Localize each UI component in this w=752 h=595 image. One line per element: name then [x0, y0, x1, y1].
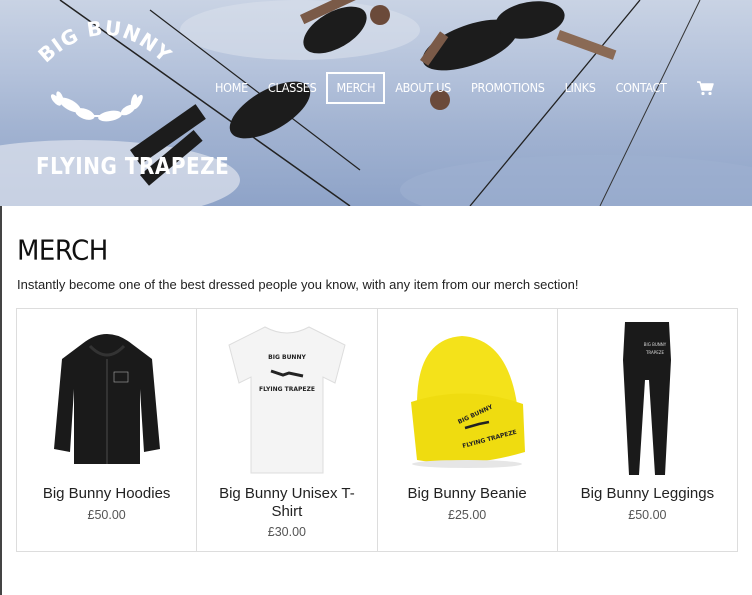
nav-merch[interactable]: MERCH	[326, 72, 386, 104]
product-name[interactable]: Big Bunny Unisex T-Shirt	[207, 485, 366, 521]
product-card-tshirt[interactable]: BIG BUNNY FLYING TRAPEZE Big Bunny Unise…	[197, 309, 378, 551]
hero-banner: BIG BUNNY FLYING TRAPEZE HOME CLASSES ME…	[0, 0, 752, 206]
product-name[interactable]: Big Bunny Hoodies	[27, 485, 186, 503]
product-price: £30.00	[267, 525, 306, 539]
nav-home[interactable]: HOME	[205, 72, 258, 104]
nav-about-us[interactable]: ABOUT US	[385, 72, 461, 104]
svg-text:BIG BUNNY: BIG BUNNY	[644, 342, 667, 347]
leggings-icon[interactable]: BIG BUNNY TRAPEZE	[558, 319, 737, 479]
nav-contact[interactable]: CONTACT	[606, 72, 677, 104]
product-price: £50.00	[628, 508, 667, 522]
product-price: £25.00	[448, 508, 487, 522]
product-name[interactable]: Big Bunny Leggings	[568, 485, 727, 503]
product-price: £50.00	[87, 508, 126, 522]
hoodie-icon[interactable]	[17, 319, 196, 479]
page-edge	[0, 206, 2, 595]
page-title: MERCH	[17, 235, 108, 267]
svg-text:FLYING TRAPEZE: FLYING TRAPEZE	[259, 386, 315, 393]
product-card-hoodies[interactable]: Big Bunny Hoodies £50.00	[17, 309, 198, 551]
beanie-icon[interactable]: BIG BUNNY FLYING TRAPEZE	[378, 319, 557, 479]
page-intro: Instantly become one of the best dressed…	[17, 277, 579, 292]
svg-text:BIG BUNNY: BIG BUNNY	[268, 354, 306, 361]
flying-bunnies-icon	[50, 91, 143, 122]
logo-arc-text: BIG BUNNY	[33, 18, 176, 67]
nav-links[interactable]: LINKS	[555, 72, 606, 104]
brand-logo[interactable]: BIG BUNNY FLYING TRAPEZE	[30, 18, 228, 180]
cart-icon[interactable]	[696, 80, 714, 96]
brand-name-bottom: FLYING TRAPEZE	[36, 152, 230, 180]
product-card-leggings[interactable]: BIG BUNNY TRAPEZE Big Bunny Leggings £50…	[558, 309, 737, 551]
svg-text:TRAPEZE: TRAPEZE	[645, 350, 664, 355]
main-nav: HOME CLASSES MERCH ABOUT US PROMOTIONS L…	[205, 71, 677, 105]
nav-classes[interactable]: CLASSES	[258, 72, 327, 104]
brand-name-top: BIG BUNNY	[33, 18, 175, 67]
svg-text:BIG BUNNY: BIG BUNNY	[33, 18, 176, 67]
product-grid: Big Bunny Hoodies £50.00 BIG BUNNY FLYIN…	[16, 308, 738, 552]
nav-promotions[interactable]: PROMOTIONS	[461, 72, 555, 104]
product-name[interactable]: Big Bunny Beanie	[388, 485, 547, 503]
tshirt-icon[interactable]: BIG BUNNY FLYING TRAPEZE	[197, 319, 376, 479]
product-card-beanie[interactable]: BIG BUNNY FLYING TRAPEZE Big Bunny Beani…	[378, 309, 558, 551]
